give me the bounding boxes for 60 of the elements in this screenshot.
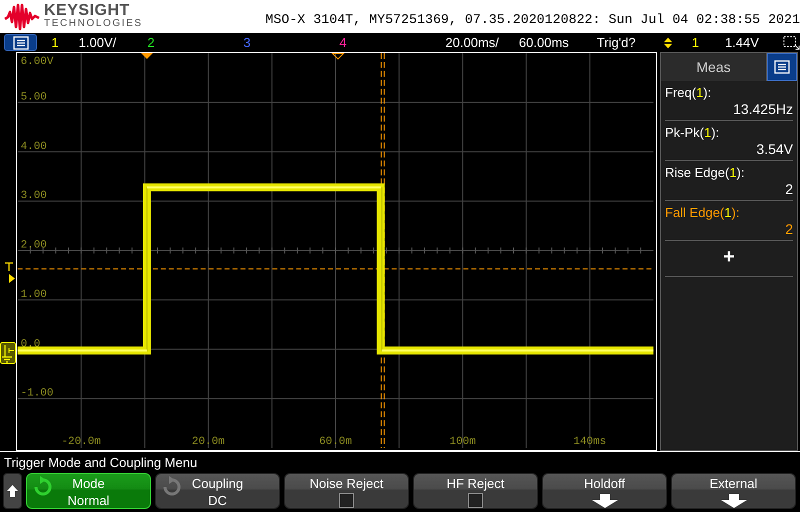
checkbox[interactable] — [339, 493, 354, 508]
trigger-level: 1.44V — [724, 34, 759, 52]
axis-label: 4.00 — [20, 140, 47, 153]
up-button[interactable] — [3, 473, 22, 509]
softkey[interactable]: Coupling DC — [155, 473, 280, 509]
channel-label[interactable]: 3 — [243, 32, 251, 52]
axis-label: -1.00 — [20, 388, 54, 400]
axis-label: -20.0m — [62, 436, 101, 448]
softkey[interactable]: Holdoff — [542, 473, 667, 509]
panel-tab[interactable]: Meas — [661, 53, 767, 81]
trigger-status: Trig'd? — [596, 34, 636, 52]
measurement-value: 2 — [784, 181, 793, 198]
up-arrow-icon — [7, 485, 18, 497]
measurement-label[interactable]: Freq(1): — [665, 84, 793, 101]
trigger-source: 1 — [692, 34, 699, 52]
checkbox[interactable] — [468, 493, 483, 508]
axis-label: 0.0 — [20, 338, 40, 350]
down-arrow-icon — [718, 494, 748, 508]
selection-icon[interactable] — [782, 34, 800, 50]
channel-label[interactable]: 4 — [339, 32, 347, 52]
add-button[interactable]: + — [723, 247, 735, 267]
axis-label: 20.0m — [192, 436, 225, 448]
axis-label: 1.00 — [20, 288, 47, 301]
menu-icon — [774, 60, 790, 74]
timebase-scale: 20.00ms/ — [445, 34, 499, 52]
time-delay: 60.00ms — [518, 34, 569, 52]
trigger-level-marker — [4, 262, 16, 284]
measurement-value: 13.425Hz — [732, 101, 793, 118]
delay-marker — [331, 53, 345, 60]
axis-label: 3.00 — [20, 190, 47, 202]
measurement-value: 2 — [784, 221, 793, 238]
menu-title: Trigger Mode and Coupling Menu — [0, 451, 800, 471]
softkey[interactable]: Noise Reject — [284, 473, 409, 509]
menu-icon — [12, 36, 29, 50]
updown-arrow-icon — [664, 36, 672, 48]
instrument-info: MSO-X 3104T, MY57251369, 07.35.2020120822: Sun Jul 04 02:38:55 2021 — [265, 11, 800, 29]
softkey[interactable]: External — [671, 473, 796, 509]
axis-label: 100m — [450, 436, 476, 448]
measurement-label[interactable]: Pk-Pk(1): — [665, 124, 793, 141]
measurement-label[interactable]: Fall Edge(1): — [665, 204, 793, 221]
axis-label: 140ms — [573, 436, 606, 448]
trigger-position-marker — [140, 53, 153, 59]
ground-marker — [0, 342, 16, 364]
measurement-label[interactable]: Rise Edge(1): — [665, 164, 793, 181]
brand-tagline: TECHNOLOGIES — [44, 18, 143, 30]
brand-name: KEYSIGHT — [44, 3, 131, 18]
channel-label[interactable]: 2 — [147, 32, 155, 52]
measurement-value: 3.54V — [755, 141, 793, 158]
axis-label: 60.0m — [319, 436, 352, 448]
softkey[interactable]: HF Reject — [413, 473, 538, 509]
axis-label: 6.00V — [20, 56, 54, 68]
wave-logo-icon — [4, 2, 40, 30]
down-arrow-icon — [590, 494, 620, 508]
axis-label: 2.00 — [20, 240, 47, 252]
menu-button[interactable] — [4, 34, 38, 51]
menu-button[interactable] — [767, 53, 797, 81]
softkey[interactable]: Mode Normal — [26, 473, 151, 509]
axis-label: 5.00 — [20, 91, 47, 104]
channel-label[interactable]: 1 — [51, 32, 59, 52]
channel-scale: 1.00V/ — [78, 34, 116, 52]
